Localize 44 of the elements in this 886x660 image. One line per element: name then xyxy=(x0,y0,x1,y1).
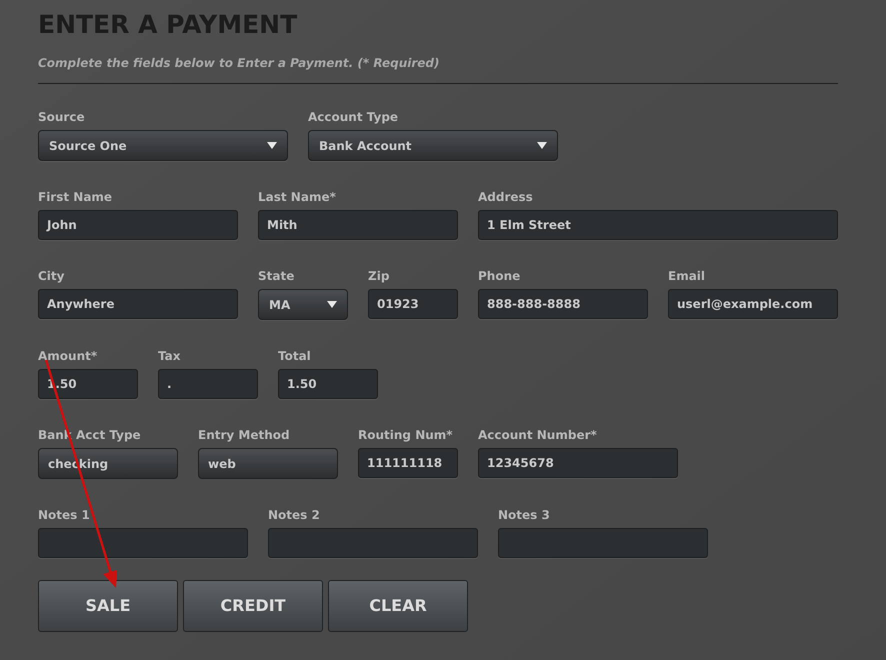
action-button[interactable]: CREDIT xyxy=(183,580,323,632)
input-field[interactable]: Anywhere xyxy=(38,289,238,319)
field-label: Notes 1 xyxy=(38,508,91,522)
field-label: City xyxy=(38,269,66,283)
field-label: Routing Num* xyxy=(358,428,454,442)
subtitle: Complete the fields below to Enter a Payment. (* Required) xyxy=(38,55,440,72)
input-field[interactable]: Mith xyxy=(258,210,458,240)
field-label: Zip xyxy=(368,269,390,283)
input-field[interactable]: userl@example.com xyxy=(668,289,838,319)
action-button[interactable]: SALE xyxy=(38,580,178,632)
input-field[interactable] xyxy=(498,528,708,558)
field-label: First Name xyxy=(38,190,114,204)
caret-icon xyxy=(327,301,337,308)
dropdown[interactable]: Source One xyxy=(38,130,288,161)
caret-icon xyxy=(537,142,547,149)
input-field[interactable]: 1.50 xyxy=(278,369,378,399)
dropdown[interactable]: MA xyxy=(258,289,348,320)
caret-icon xyxy=(267,142,277,149)
field-label: Notes 2 xyxy=(268,508,321,522)
field-label: Phone xyxy=(478,269,522,283)
action-button[interactable]: CLEAR xyxy=(328,580,468,632)
dropdown[interactable]: Bank Account xyxy=(308,130,558,161)
field-label: Last Name* xyxy=(258,190,337,204)
input-field[interactable] xyxy=(38,528,248,558)
field-label: Source xyxy=(38,110,86,124)
input-field[interactable]: web xyxy=(198,448,338,479)
field-label: Total xyxy=(278,349,312,363)
field-label: Email xyxy=(668,269,706,283)
field-label: State xyxy=(258,269,296,283)
field-label: Entry Method xyxy=(198,428,291,442)
field-label: Tax xyxy=(158,349,182,363)
input-field[interactable]: 888-888-8888 xyxy=(478,289,648,319)
field-label: Address xyxy=(478,190,534,204)
field-label: Notes 3 xyxy=(498,508,551,522)
input-field[interactable] xyxy=(268,528,478,558)
input-field[interactable]: 111111118 xyxy=(358,448,458,478)
input-field[interactable]: John xyxy=(38,210,238,240)
field-label: Amount* xyxy=(38,349,98,363)
field-label: Account Number* xyxy=(478,428,598,442)
input-field[interactable]: . xyxy=(158,369,258,399)
input-field[interactable]: 01923 xyxy=(368,289,458,319)
input-field[interactable]: 1 Elm Street xyxy=(478,210,838,240)
field-label: Account Type xyxy=(308,110,400,124)
input-field[interactable]: 12345678 xyxy=(478,448,678,478)
